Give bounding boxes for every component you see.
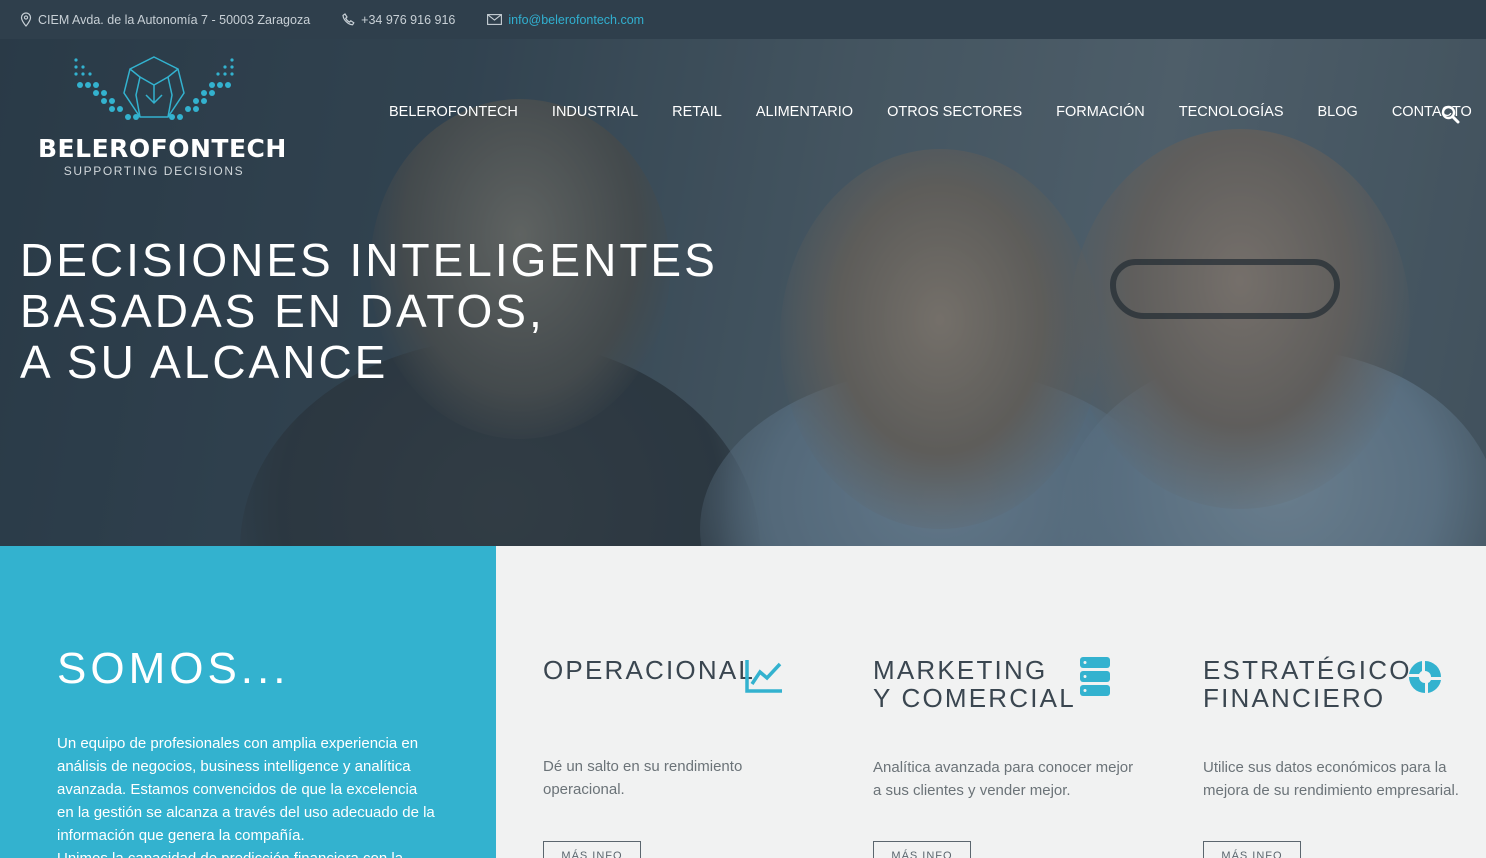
service-title: OPERACIONAL xyxy=(543,655,756,685)
service-title: MARKETING Y COMERCIAL xyxy=(873,656,1076,712)
somos-title: SOMOS... xyxy=(57,644,290,693)
somos-paragraph: Un equipo de profesionales con amplia ex… xyxy=(57,735,435,844)
service-text: Analítica avanzada para conocer mejor a … xyxy=(873,759,1134,799)
somos-section: SOMOS... Un equipo de profesionales con … xyxy=(0,546,496,858)
top-info-bar: CIEM Avda. de la Autonomía 7 - 50003 Zar… xyxy=(0,0,1486,39)
email-link[interactable]: info@belerofontech.com xyxy=(508,13,644,27)
main-navigation: BELEROFONTECH INDUSTRIAL RETAIL ALIMENTA… xyxy=(389,104,1486,120)
logo-tagline: SUPPORTING DECISIONS xyxy=(63,164,245,178)
logo-brand-text: BELEROFONTECH xyxy=(38,134,287,163)
nav-item-tecnologias[interactable]: TECNOLOGÍAS xyxy=(1179,104,1284,120)
somos-text: Un equipo de profesionales con amplia ex… xyxy=(57,732,437,858)
nav-item-formacion[interactable]: FORMACIÓN xyxy=(1056,104,1145,120)
nav-search-button[interactable] xyxy=(1441,105,1460,129)
hero-headline-line-1: DECISIONES INTELIGENTES xyxy=(20,234,718,286)
service-title: ESTRATÉGICO FINANCIERO xyxy=(1203,656,1412,712)
pie-chart-icon xyxy=(1409,661,1441,693)
somos-paragraph-2: Unimos la capacidad de predicción financ… xyxy=(57,850,403,858)
mas-info-button[interactable]: MÁS INFO xyxy=(1203,841,1301,858)
mas-info-button[interactable]: MÁS INFO xyxy=(543,841,641,858)
address-text: CIEM Avda. de la Autonomía 7 - 50003 Zar… xyxy=(38,12,311,27)
service-title-line-1: MARKETING xyxy=(873,655,1048,685)
nav-item-alimentario[interactable]: ALIMENTARIO xyxy=(756,104,853,120)
service-title-line-2: FINANCIERO xyxy=(1203,683,1386,713)
hero-headline-line-2: BASADAS EN DATOS, xyxy=(20,285,545,337)
service-title-line-2: Y COMERCIAL xyxy=(873,683,1076,713)
hero-headline: DECISIONES INTELIGENTES BASADAS EN DATOS… xyxy=(20,235,718,388)
services-section: OPERACIONAL Dé un salto en su rendimient… xyxy=(496,546,1486,858)
address-item: CIEM Avda. de la Autonomía 7 - 50003 Zar… xyxy=(20,12,310,27)
database-icon xyxy=(1080,657,1110,696)
envelope-icon xyxy=(487,14,503,25)
nav-item-belerofontech[interactable]: BELEROFONTECH xyxy=(389,104,518,120)
service-title-line-1: ESTRATÉGICO xyxy=(1203,655,1412,685)
service-text: Dé un salto en su rendimiento operaciona… xyxy=(543,758,743,798)
search-icon xyxy=(1441,105,1460,124)
mas-info-button[interactable]: MÁS INFO xyxy=(873,841,971,858)
hero-headline-line-3: A SU ALCANCE xyxy=(20,336,389,388)
line-chart-icon xyxy=(745,660,782,693)
nav-item-retail[interactable]: RETAIL xyxy=(672,104,722,120)
service-text: Utilice sus datos económicos para la mej… xyxy=(1203,759,1459,799)
nav-item-blog[interactable]: BLOG xyxy=(1318,104,1358,120)
nav-item-industrial[interactable]: INDUSTRIAL xyxy=(552,104,638,120)
phone-icon xyxy=(342,13,355,26)
phone-text: +34 976 916 916 xyxy=(361,12,456,27)
lion-logo-icon xyxy=(74,56,234,120)
nav-item-otros-sectores[interactable]: OTROS SECTORES xyxy=(887,104,1022,120)
phone-item[interactable]: +34 976 916 916 xyxy=(342,13,455,27)
email-item[interactable]: info@belerofontech.com xyxy=(487,13,644,27)
location-pin-icon xyxy=(20,12,32,27)
site-logo[interactable]: BELEROFONTECH SUPPORTING DECISIONS xyxy=(38,55,287,178)
